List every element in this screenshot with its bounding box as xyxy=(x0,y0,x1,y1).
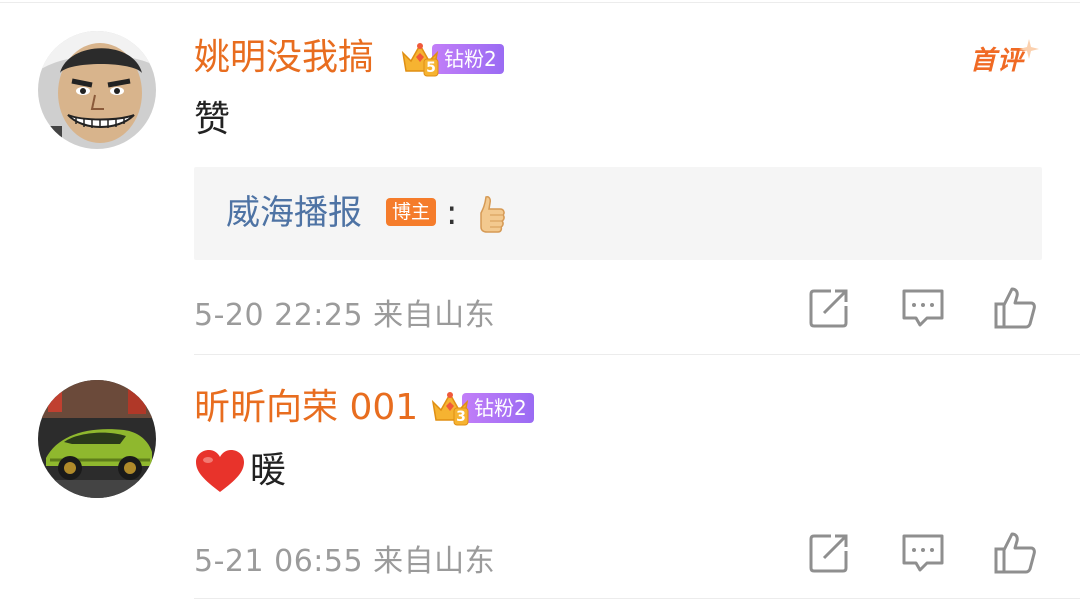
crown-icon: 5 xyxy=(401,43,439,77)
svg-text:3: 3 xyxy=(456,409,466,425)
fan-badge-label: 钻粉2 xyxy=(432,44,504,74)
like-icon[interactable] xyxy=(992,285,1038,331)
sparkle-icon xyxy=(1019,39,1039,59)
fan-badge-label: 钻粉2 xyxy=(462,393,534,423)
host-tag: 博主 xyxy=(386,198,437,226)
comment-text-row: 暖 xyxy=(194,448,286,494)
comment-date: 5-21 06:55 xyxy=(194,544,364,579)
crown-icon: 3 xyxy=(431,392,469,426)
comment-item: 姚明没我搞 5 钻粉2 首评 赞 威海播报 博主 : 5-20 22:25 来自… xyxy=(0,0,1080,355)
first-comment-tag: 首评 xyxy=(970,46,1025,76)
fan-badge[interactable]: 3 钻粉2 xyxy=(430,391,534,426)
comment-location: 来自山东 xyxy=(373,298,496,333)
reply-author[interactable]: 威海播报 xyxy=(226,191,362,235)
avatar[interactable] xyxy=(38,31,156,149)
comment-meta: 5-20 22:25 来自山东 xyxy=(194,290,495,334)
comment-date: 5-20 22:25 xyxy=(194,298,364,333)
username[interactable]: 姚明没我搞 xyxy=(194,36,374,80)
divider xyxy=(194,354,1080,355)
like-icon[interactable] xyxy=(992,530,1038,576)
comment-item: 昕昕向荣 001 3 钻粉2 暖 5-21 06:55 来自山东 xyxy=(0,356,1080,607)
comment-location: 来自山东 xyxy=(373,544,496,579)
reply-preview[interactable]: 威海播报 博主 : xyxy=(194,167,1042,260)
svg-text:5: 5 xyxy=(426,60,436,76)
comment-icon[interactable] xyxy=(900,285,946,331)
thumbs-up-emoji-icon xyxy=(480,196,505,233)
comment-icon[interactable] xyxy=(900,530,946,576)
divider xyxy=(194,598,1080,599)
username[interactable]: 昕昕向荣 001 xyxy=(194,386,418,430)
comment-meta: 5-21 06:55 来自山东 xyxy=(194,536,495,580)
share-icon[interactable] xyxy=(806,285,852,331)
heart-emoji-icon xyxy=(196,450,244,492)
fan-badge[interactable]: 5 钻粉2 xyxy=(400,42,504,77)
reply-separator: : xyxy=(446,193,458,233)
comment-text: 暖 xyxy=(250,450,287,491)
share-icon[interactable] xyxy=(806,530,852,576)
comment-text: 赞 xyxy=(194,99,231,140)
avatar[interactable] xyxy=(38,380,156,498)
